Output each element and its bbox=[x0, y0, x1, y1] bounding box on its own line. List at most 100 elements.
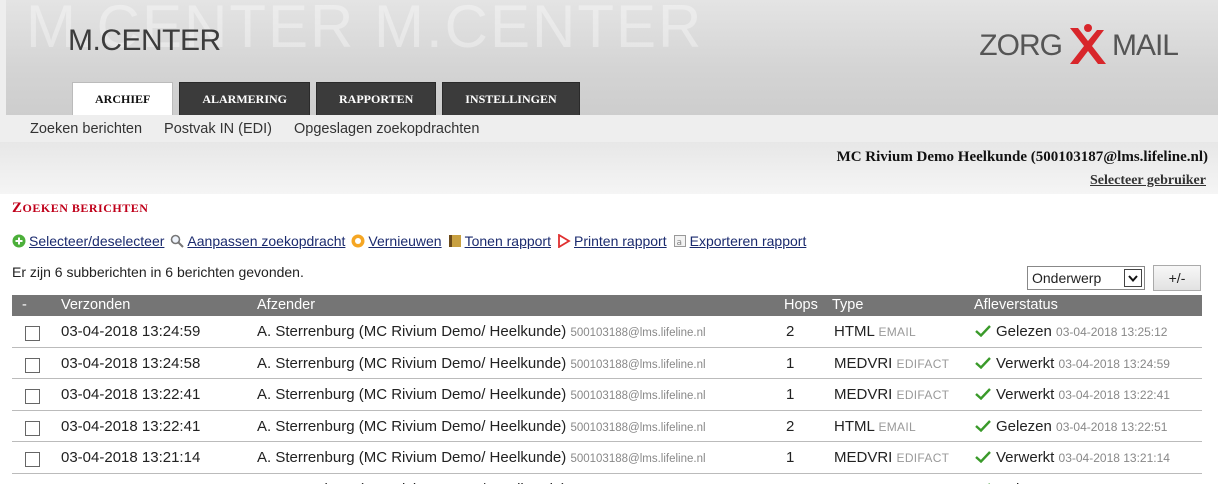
toolbar-tonen-rapport-button[interactable]: Tonen rapport bbox=[448, 233, 551, 249]
main-tabs: ARCHIEF ALARMERING RAPPORTEN INSTELLINGEN bbox=[72, 82, 580, 115]
toolbar-exporteren-rapport-button[interactable]: a Exporteren rapport bbox=[673, 233, 807, 249]
tab-archief[interactable]: ARCHIEF bbox=[72, 82, 174, 115]
toolbar-vernieuwen-button[interactable]: Vernieuwen bbox=[351, 233, 442, 249]
row-sent-date: 03-04-2018 13:24:59 bbox=[61, 323, 201, 340]
toolbar-aanpassen-zoekopdracht-button[interactable]: Aanpassen zoekopdracht bbox=[170, 233, 345, 249]
chevron-down-icon[interactable] bbox=[1124, 269, 1142, 287]
row-sender[interactable]: A. Sterrenburg (MC Rivium Demo/ Heelkund… bbox=[257, 355, 706, 372]
toolbar-printen-rapport-button[interactable]: Printen rapport bbox=[557, 233, 667, 249]
row-type: HTML EMAIL bbox=[834, 323, 916, 340]
toolbar-label[interactable]: Printen rapport bbox=[574, 233, 667, 249]
row-hops: 2 bbox=[786, 323, 795, 340]
row-checkbox[interactable] bbox=[25, 326, 40, 341]
row-type: MEDVRI EDIFACT bbox=[834, 386, 949, 403]
header-status[interactable]: Afleverstatus bbox=[974, 297, 1058, 313]
pdf-icon bbox=[557, 233, 571, 249]
row-status-time: 03-04-2018 13:22:51 bbox=[1056, 419, 1168, 434]
app-header: M.CENTER M.CENTER M.CENTER ZORG MAIL ARC… bbox=[0, 0, 1218, 115]
row-sender[interactable]: A. Sterrenburg (MC Rivium Demo/ Heelkund… bbox=[257, 449, 706, 466]
subnav-search-messages[interactable]: Zoeken berichten bbox=[30, 121, 142, 137]
row-checkbox[interactable] bbox=[25, 357, 40, 373]
table-row[interactable]: 03-04-2018 13:24:59 A. Sterrenburg (MC Ri… bbox=[12, 316, 1202, 348]
table-row[interactable]: 03-04-2018 13:21:14 A. Sterrenburg (MC Ri… bbox=[12, 474, 1202, 484]
subnav-saved-searches[interactable]: Opgeslagen zoekopdrachten bbox=[294, 121, 479, 137]
row-sender[interactable]: A. Sterrenburg (MC Rivium Demo/ Heelkund… bbox=[257, 323, 706, 340]
header-sender[interactable]: Afzender bbox=[257, 297, 315, 313]
row-status-value: Gelezen bbox=[996, 323, 1052, 340]
row-status-time: 03-04-2018 13:25:12 bbox=[1056, 325, 1168, 339]
row-status-value: Verwerkt bbox=[996, 449, 1055, 466]
logo-x-icon bbox=[1064, 24, 1110, 68]
app-title: M.CENTER bbox=[68, 24, 221, 57]
row-sent-date: 03-04-2018 13:21:14 bbox=[61, 481, 200, 484]
row-status-value: Gelezen bbox=[996, 417, 1052, 435]
select-user-link[interactable]: Selecteer gebruiker bbox=[1090, 173, 1206, 189]
header-hops[interactable]: Hops bbox=[784, 297, 818, 313]
row-checkbox[interactable] bbox=[25, 420, 40, 436]
row-status-time: 03-04-2018 13:22:41 bbox=[1058, 388, 1170, 402]
toolbar-label[interactable]: Tonen rapport bbox=[465, 233, 551, 249]
row-sent-date: 03-04-2018 13:22:41 bbox=[61, 417, 201, 435]
table-row[interactable]: 03-04-2018 13:22:41 A. Sterrenburg (MC Ri… bbox=[12, 379, 1202, 411]
row-hops: 1 bbox=[786, 449, 795, 466]
toolbar-label[interactable]: Exporteren rapport bbox=[690, 233, 807, 249]
row-type-sub: EDIFACT bbox=[896, 356, 950, 371]
row-type: HTML EMAIL bbox=[834, 481, 916, 484]
check-icon bbox=[975, 450, 991, 464]
magnifier-icon bbox=[170, 234, 185, 248]
row-hops: 1 bbox=[786, 386, 795, 403]
row-sender-name: A. Sterrenburg (MC Rivium Demo/ Heelkund… bbox=[257, 449, 567, 466]
row-sent-date: 03-04-2018 13:21:14 bbox=[61, 449, 201, 466]
toolbar-selecteer-deselecteer-button[interactable]: Selecteer/deselecteer bbox=[12, 233, 164, 249]
row-sender-email: 500103188@lms.lifeline.nl bbox=[570, 453, 706, 465]
row-status-time: 03-04-2018 13:24:59 bbox=[1058, 356, 1170, 371]
toggle-columns-button[interactable]: +/- bbox=[1153, 265, 1201, 291]
header-type[interactable]: Type bbox=[832, 297, 863, 313]
row-hops: 2 bbox=[786, 481, 794, 484]
sort-field-select[interactable]: Onderwerp bbox=[1027, 266, 1145, 290]
header-sent[interactable]: Verzonden bbox=[61, 297, 130, 313]
table-row[interactable]: 03-04-2018 13:22:41 A. Sterrenburg (MC Ri… bbox=[12, 411, 1202, 442]
row-sender-name: A. Sterrenburg (MC Rivium Demo/ Heelkund… bbox=[257, 417, 567, 435]
tab-rapporten[interactable]: RAPPORTEN bbox=[316, 82, 437, 115]
check-icon bbox=[975, 356, 991, 369]
logo-text-left: ZORG bbox=[979, 29, 1063, 62]
report-icon bbox=[448, 234, 462, 248]
toolbar-label[interactable]: Vernieuwen bbox=[368, 233, 441, 249]
row-sender[interactable]: A. Sterrenburg (MC Rivium Demo/ Heelkund… bbox=[257, 418, 706, 435]
row-type-sub: EDIFACT bbox=[896, 388, 950, 402]
row-status: Gelezen 03-04-2018 13:25:12 bbox=[975, 323, 1167, 340]
section-title-rest: OEKEN BERICHTEN bbox=[22, 201, 149, 215]
row-status: Gelezen 03-04-2018 13:22:51 bbox=[975, 418, 1167, 435]
row-sender[interactable]: A. Sterrenburg (MC Rivium Demo/ Heelkund… bbox=[257, 481, 706, 484]
logo-text-right: MAIL bbox=[1111, 29, 1179, 62]
row-sender-email: 500103188@lms.lifeline.nl bbox=[570, 358, 706, 371]
zorgmail-logo: ZORG MAIL bbox=[979, 24, 1179, 68]
row-sender-email: 500103188@lms.lifeline.nl bbox=[570, 421, 706, 434]
row-sender-email: 500103188@lms.lifeline.nl bbox=[570, 327, 706, 339]
row-checkbox[interactable] bbox=[25, 452, 40, 467]
tab-alarmering[interactable]: ALARMERING bbox=[179, 82, 311, 115]
svg-text:a: a bbox=[676, 238, 682, 248]
row-sender[interactable]: A. Sterrenburg (MC Rivium Demo/ Heelkund… bbox=[257, 386, 706, 403]
refresh-icon bbox=[351, 234, 365, 248]
header-select[interactable]: - bbox=[22, 297, 27, 313]
row-checkbox[interactable] bbox=[25, 389, 40, 404]
row-type-value: HTML bbox=[834, 481, 874, 484]
subnav-inbox-edi[interactable]: Postvak IN (EDI) bbox=[164, 121, 272, 137]
table-row[interactable]: 03-04-2018 13:24:58 A. Sterrenburg (MC Ri… bbox=[12, 348, 1202, 379]
add-circle-icon bbox=[12, 234, 26, 248]
table-row[interactable]: 03-04-2018 13:21:14 A. Sterrenburg (MC Ri… bbox=[12, 442, 1202, 474]
section-title-cap: Z bbox=[12, 200, 23, 216]
check-icon bbox=[975, 419, 991, 432]
toolbar-label[interactable]: Aanpassen zoekopdracht bbox=[187, 233, 345, 249]
tab-instellingen[interactable]: INSTELLINGEN bbox=[442, 82, 580, 115]
row-type-sub: EMAIL bbox=[878, 325, 916, 339]
toolbar-label[interactable]: Selecteer/deselecteer bbox=[29, 233, 164, 249]
row-type: HTML EMAIL bbox=[834, 418, 916, 435]
row-type-value: MEDVRI bbox=[834, 386, 893, 403]
row-status: Verwerkt 03-04-2018 13:24:59 bbox=[975, 355, 1170, 372]
row-type-sub: EMAIL bbox=[878, 419, 916, 434]
export-icon: a bbox=[673, 234, 687, 248]
row-type: MEDVRI EDIFACT bbox=[834, 449, 949, 466]
